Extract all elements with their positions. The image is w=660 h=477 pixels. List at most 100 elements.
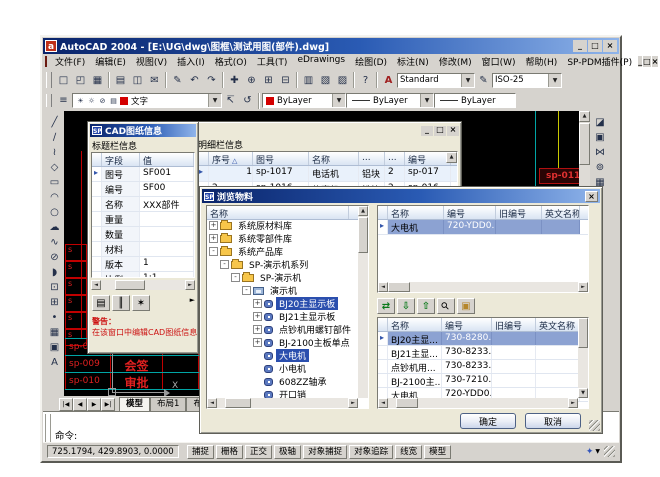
text-style-combo[interactable]: Standard ▼ xyxy=(397,73,475,88)
tree-item[interactable]: -SP-演示机 xyxy=(207,271,358,284)
layer-previous-icon[interactable]: ↺ xyxy=(239,93,256,109)
tab-模型[interactable]: 模型 xyxy=(119,397,150,411)
tree-hscrollbar[interactable]: ◄ ► xyxy=(207,398,358,408)
detail-minimize-button[interactable]: _ xyxy=(421,126,433,136)
selected-material-table[interactable]: 名称编号旧编号英文名称 ▸大电机720-YDD0... ◄ ► xyxy=(377,205,589,293)
tab-nav-3[interactable]: ▶ xyxy=(87,398,101,411)
publish-icon[interactable]: ✉ xyxy=(146,72,163,88)
expander-icon[interactable]: + xyxy=(253,312,262,321)
insert-block-icon[interactable]: ⊡ xyxy=(47,280,63,295)
expander-icon[interactable]: + xyxy=(253,325,262,334)
info-hscrollbar[interactable]: ◄ ► xyxy=(91,280,195,290)
edit-form-icon[interactable]: ▤ xyxy=(92,295,110,311)
expander-icon[interactable]: + xyxy=(209,221,218,230)
column-header-2[interactable]: 图号 xyxy=(253,152,309,165)
communication-center-icon[interactable]: ✦ xyxy=(586,447,594,457)
new-icon[interactable]: □ xyxy=(55,72,72,88)
column-header-2[interactable]: 编号 xyxy=(442,318,492,331)
rectangle-icon[interactable]: ▭ xyxy=(47,175,63,190)
layer-plot-icon[interactable]: ▤ xyxy=(108,93,119,109)
resize-grip[interactable] xyxy=(604,446,615,457)
scroll-thumb[interactable] xyxy=(388,282,410,292)
zoom-realtime-icon[interactable]: ⊕ xyxy=(243,72,260,88)
command-prompt[interactable]: 命令: xyxy=(55,428,77,442)
column-header-4[interactable]: ... xyxy=(359,152,385,165)
hatch-icon[interactable]: ▦ xyxy=(47,325,63,340)
properties-icon[interactable]: ▥ xyxy=(300,72,317,88)
scroll-thumb[interactable] xyxy=(115,280,145,290)
menu-item-6[interactable]: 工具(T) xyxy=(252,54,293,69)
ellipse-icon[interactable]: ⊘ xyxy=(47,250,63,265)
download-icon[interactable]: ⇩ xyxy=(397,298,415,314)
tree-vscrollbar[interactable]: ▲ xyxy=(358,206,368,398)
zoom-window-icon[interactable]: ⊞ xyxy=(260,72,277,88)
status-toggle-8[interactable]: 模型 xyxy=(424,445,451,459)
ok-button[interactable]: 确定 xyxy=(460,413,516,429)
open-folder-icon[interactable]: ▣ xyxy=(457,298,475,314)
scroll-thumb[interactable] xyxy=(579,123,590,165)
tree-item[interactable]: -SP-演示机系列 xyxy=(207,258,358,271)
tree-item[interactable]: +BJ21主显示板 xyxy=(207,310,358,323)
column-header-5[interactable]: ... xyxy=(385,152,405,165)
chevron-down-icon[interactable]: ▼ xyxy=(461,74,474,87)
detail-restore-button[interactable]: □ xyxy=(434,126,446,136)
make-object-layer-current-icon[interactable]: ↸ xyxy=(222,93,239,109)
polyline-icon[interactable]: ≀ xyxy=(47,145,63,160)
menu-item-11[interactable]: 窗口(W) xyxy=(477,54,521,69)
menu-item-1[interactable]: 文件(F) xyxy=(50,54,90,69)
menu-item-13[interactable]: SP-PDM插件(P) xyxy=(562,54,637,69)
toolbar-grip[interactable] xyxy=(46,72,52,88)
tree-item[interactable]: +系统零部件库 xyxy=(207,232,358,245)
linetype-combo[interactable]: ByLayer ▼ xyxy=(346,93,434,108)
scroll-up-icon[interactable]: ▲ xyxy=(358,206,368,216)
column-header-1[interactable]: 名称 xyxy=(388,206,444,219)
arc-icon[interactable]: ◠ xyxy=(47,190,63,205)
designcenter-icon[interactable]: ▧ xyxy=(317,72,334,88)
column-header-2[interactable]: 编号 xyxy=(444,206,496,219)
spline-icon[interactable]: ∿ xyxy=(47,235,63,250)
scroll-down-icon[interactable]: ▼ xyxy=(578,388,588,398)
table-row[interactable]: 点钞机用...730-8233... xyxy=(378,360,588,374)
dim-style-combo[interactable]: ISO-25 ▼ xyxy=(492,73,562,88)
scroll-thumb[interactable] xyxy=(358,217,368,253)
chevron-down-icon[interactable]: ▼ xyxy=(332,94,345,107)
pan-icon[interactable]: ✚ xyxy=(226,72,243,88)
save-icon[interactable]: ▦ xyxy=(89,72,106,88)
menu-item-8[interactable]: 绘图(D) xyxy=(350,54,392,69)
menu-item-5[interactable]: 格式(O) xyxy=(210,54,252,69)
tab-nav-4[interactable]: ▶| xyxy=(101,398,115,411)
tree-item[interactable]: -演示机 xyxy=(207,284,358,297)
scroll-thumb[interactable] xyxy=(578,318,588,348)
table-row[interactable]: ▸BJ20主显...730-8280... xyxy=(378,332,588,346)
upload-icon[interactable]: ⇧ xyxy=(417,298,435,314)
toolbar-overflow-icon[interactable]: ► xyxy=(190,296,195,304)
tree-item[interactable]: 小电机 xyxy=(207,362,358,375)
material-list-table[interactable]: 名称编号旧编号英文名称 ▸BJ20主显...730-8280...BJ21主显.… xyxy=(377,317,589,409)
table-row[interactable]: ▸图号SF001 xyxy=(92,167,194,182)
column-header-1[interactable]: 序号△ xyxy=(209,152,253,165)
menu-item-2[interactable]: 编辑(E) xyxy=(90,54,131,69)
column-header-3[interactable]: 名称 xyxy=(309,152,359,165)
doc-minimize-button[interactable]: _ xyxy=(638,56,642,67)
scroll-left-icon[interactable]: ◄ xyxy=(207,398,217,408)
column-header-4[interactable]: 英文名称 xyxy=(542,206,580,219)
scroll-up-icon[interactable]: ▲ xyxy=(446,152,457,163)
status-toggle-3[interactable]: 正交 xyxy=(245,445,272,459)
detail-close-button[interactable]: × xyxy=(447,126,459,136)
expander-icon[interactable]: + xyxy=(253,299,262,308)
plot-icon[interactable]: ▤ xyxy=(112,72,129,88)
tree-item[interactable]: +点钞机用螺钉部件 xyxy=(207,323,358,336)
dialog-resize-grip[interactable] xyxy=(589,420,600,431)
polygon-icon[interactable]: ◇ xyxy=(47,160,63,175)
menu-item-12[interactable]: 帮助(H) xyxy=(521,54,563,69)
undo-icon[interactable]: ↶ xyxy=(186,72,203,88)
scroll-right-icon[interactable]: ► xyxy=(185,280,195,290)
scroll-left-icon[interactable]: ◄ xyxy=(91,280,101,290)
column-header-4[interactable]: 英文名称 xyxy=(536,318,580,331)
status-toggle-5[interactable]: 对象捕捉 xyxy=(303,445,347,459)
column-header-6[interactable]: 编号 xyxy=(405,152,451,165)
ellipse-arc-icon[interactable]: ◗ xyxy=(47,265,63,280)
bottom-table-hscrollbar[interactable]: ◄ ► xyxy=(378,398,578,408)
table-row[interactable]: BJ21主显...730-8233... xyxy=(378,346,588,360)
scroll-thumb[interactable] xyxy=(396,398,418,408)
